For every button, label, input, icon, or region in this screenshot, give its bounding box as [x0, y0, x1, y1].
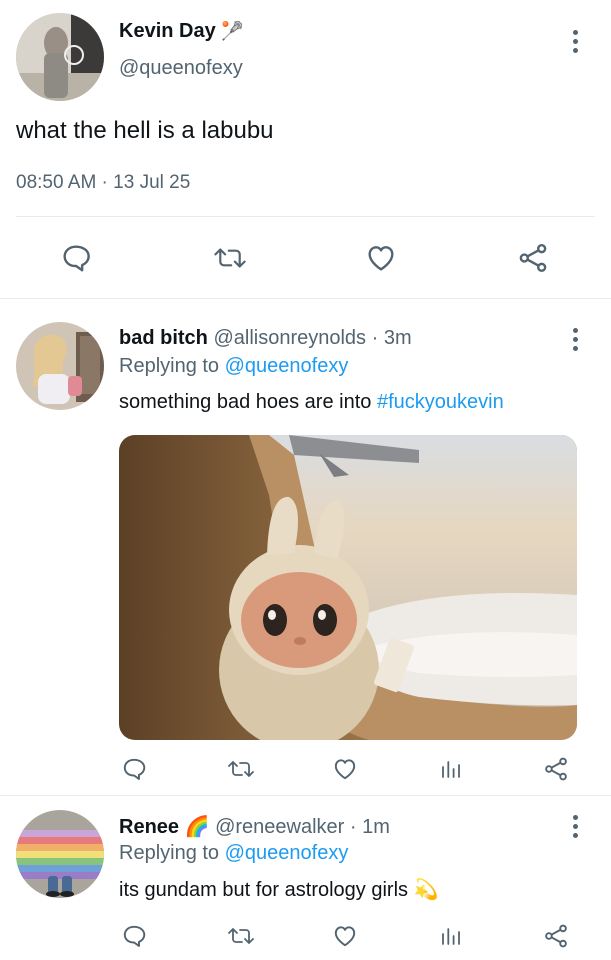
replying-to-handle[interactable]: @queenofexy [225, 355, 349, 377]
dizzy-emoji-icon: 💫 [413, 879, 439, 901]
reply-text-line: its gundam but for astrology girls 💫 [119, 877, 439, 902]
hashtag-link[interactable]: #fuckyoukevin [377, 391, 504, 413]
like-icon [334, 759, 356, 780]
reply-author-handle[interactable]: @reneewalker [215, 816, 344, 838]
reply-button[interactable] [119, 754, 149, 784]
reply-button[interactable] [119, 921, 149, 951]
more-options-icon[interactable] [563, 811, 587, 841]
analytics-icon [442, 928, 460, 945]
share-icon [545, 924, 567, 948]
like-button[interactable] [362, 240, 400, 276]
share-button[interactable] [541, 754, 571, 784]
replying-to-handle[interactable]: @queenofexy [225, 842, 349, 864]
divider [16, 216, 595, 217]
author-name-row: Kevin Day 🥍 [119, 20, 244, 43]
reply-text: something bad hoes are into [119, 391, 372, 413]
reply-author-handle[interactable]: @allisonreynolds [213, 327, 366, 349]
like-button[interactable] [330, 754, 360, 784]
analytics-button[interactable] [437, 921, 465, 951]
share-icon [545, 757, 567, 781]
reply-text-line: something bad hoes are into #fuckyoukevi… [119, 391, 504, 414]
reply-text: its gundam but for astrology girls [119, 879, 409, 901]
like-icon [368, 246, 394, 271]
reply-icon [63, 245, 90, 272]
section-divider [0, 298, 611, 299]
retweet-icon [214, 248, 246, 268]
like-button[interactable] [330, 921, 360, 951]
reply-icon [123, 925, 146, 947]
share-button[interactable] [541, 921, 571, 951]
more-options-icon[interactable] [563, 26, 587, 56]
avatar-renee[interactable] [16, 810, 104, 898]
author-handle[interactable]: @queenofexy [119, 57, 243, 80]
lacrosse-emoji-icon: 🥍 [221, 21, 244, 41]
retweet-button[interactable] [210, 240, 250, 276]
retweet-icon [228, 928, 254, 944]
reply-header: bad bitch @allisonreynolds · 3m [119, 327, 412, 350]
reply-time[interactable]: · 3m [372, 327, 412, 349]
reply-button[interactable] [58, 240, 94, 276]
retweet-button[interactable] [225, 754, 257, 784]
reply-media-image[interactable] [119, 435, 577, 740]
reply-header: Renee 🌈 @reneewalker · 1m [119, 814, 390, 839]
reply-author-name[interactable]: bad bitch [119, 327, 208, 349]
replying-to-label: Replying to [119, 842, 220, 864]
reply-author-name[interactable]: Renee [119, 816, 179, 838]
reply-time[interactable]: · 1m [350, 816, 390, 838]
reply-icon [123, 758, 146, 780]
retweet-button[interactable] [225, 921, 257, 951]
section-divider [0, 795, 611, 796]
replying-to-line: Replying to @queenofexy [119, 842, 348, 865]
avatar-allison[interactable] [16, 322, 104, 410]
tweet-timestamp[interactable]: 08:50 AM · 13 Jul 25 [16, 172, 190, 194]
replying-to-line: Replying to @queenofexy [119, 355, 348, 378]
like-icon [334, 926, 356, 947]
share-button[interactable] [515, 240, 551, 276]
replying-to-label: Replying to [119, 355, 220, 377]
avatar-kevin-day[interactable] [16, 13, 104, 101]
rainbow-emoji-icon: 🌈 [184, 816, 210, 838]
share-icon [519, 244, 547, 272]
author-name[interactable]: Kevin Day [119, 20, 216, 42]
analytics-button[interactable] [437, 754, 465, 784]
tweet-text: what the hell is a labubu [16, 117, 274, 144]
retweet-icon [228, 761, 254, 777]
more-options-icon[interactable] [563, 324, 587, 354]
analytics-icon [442, 761, 460, 778]
